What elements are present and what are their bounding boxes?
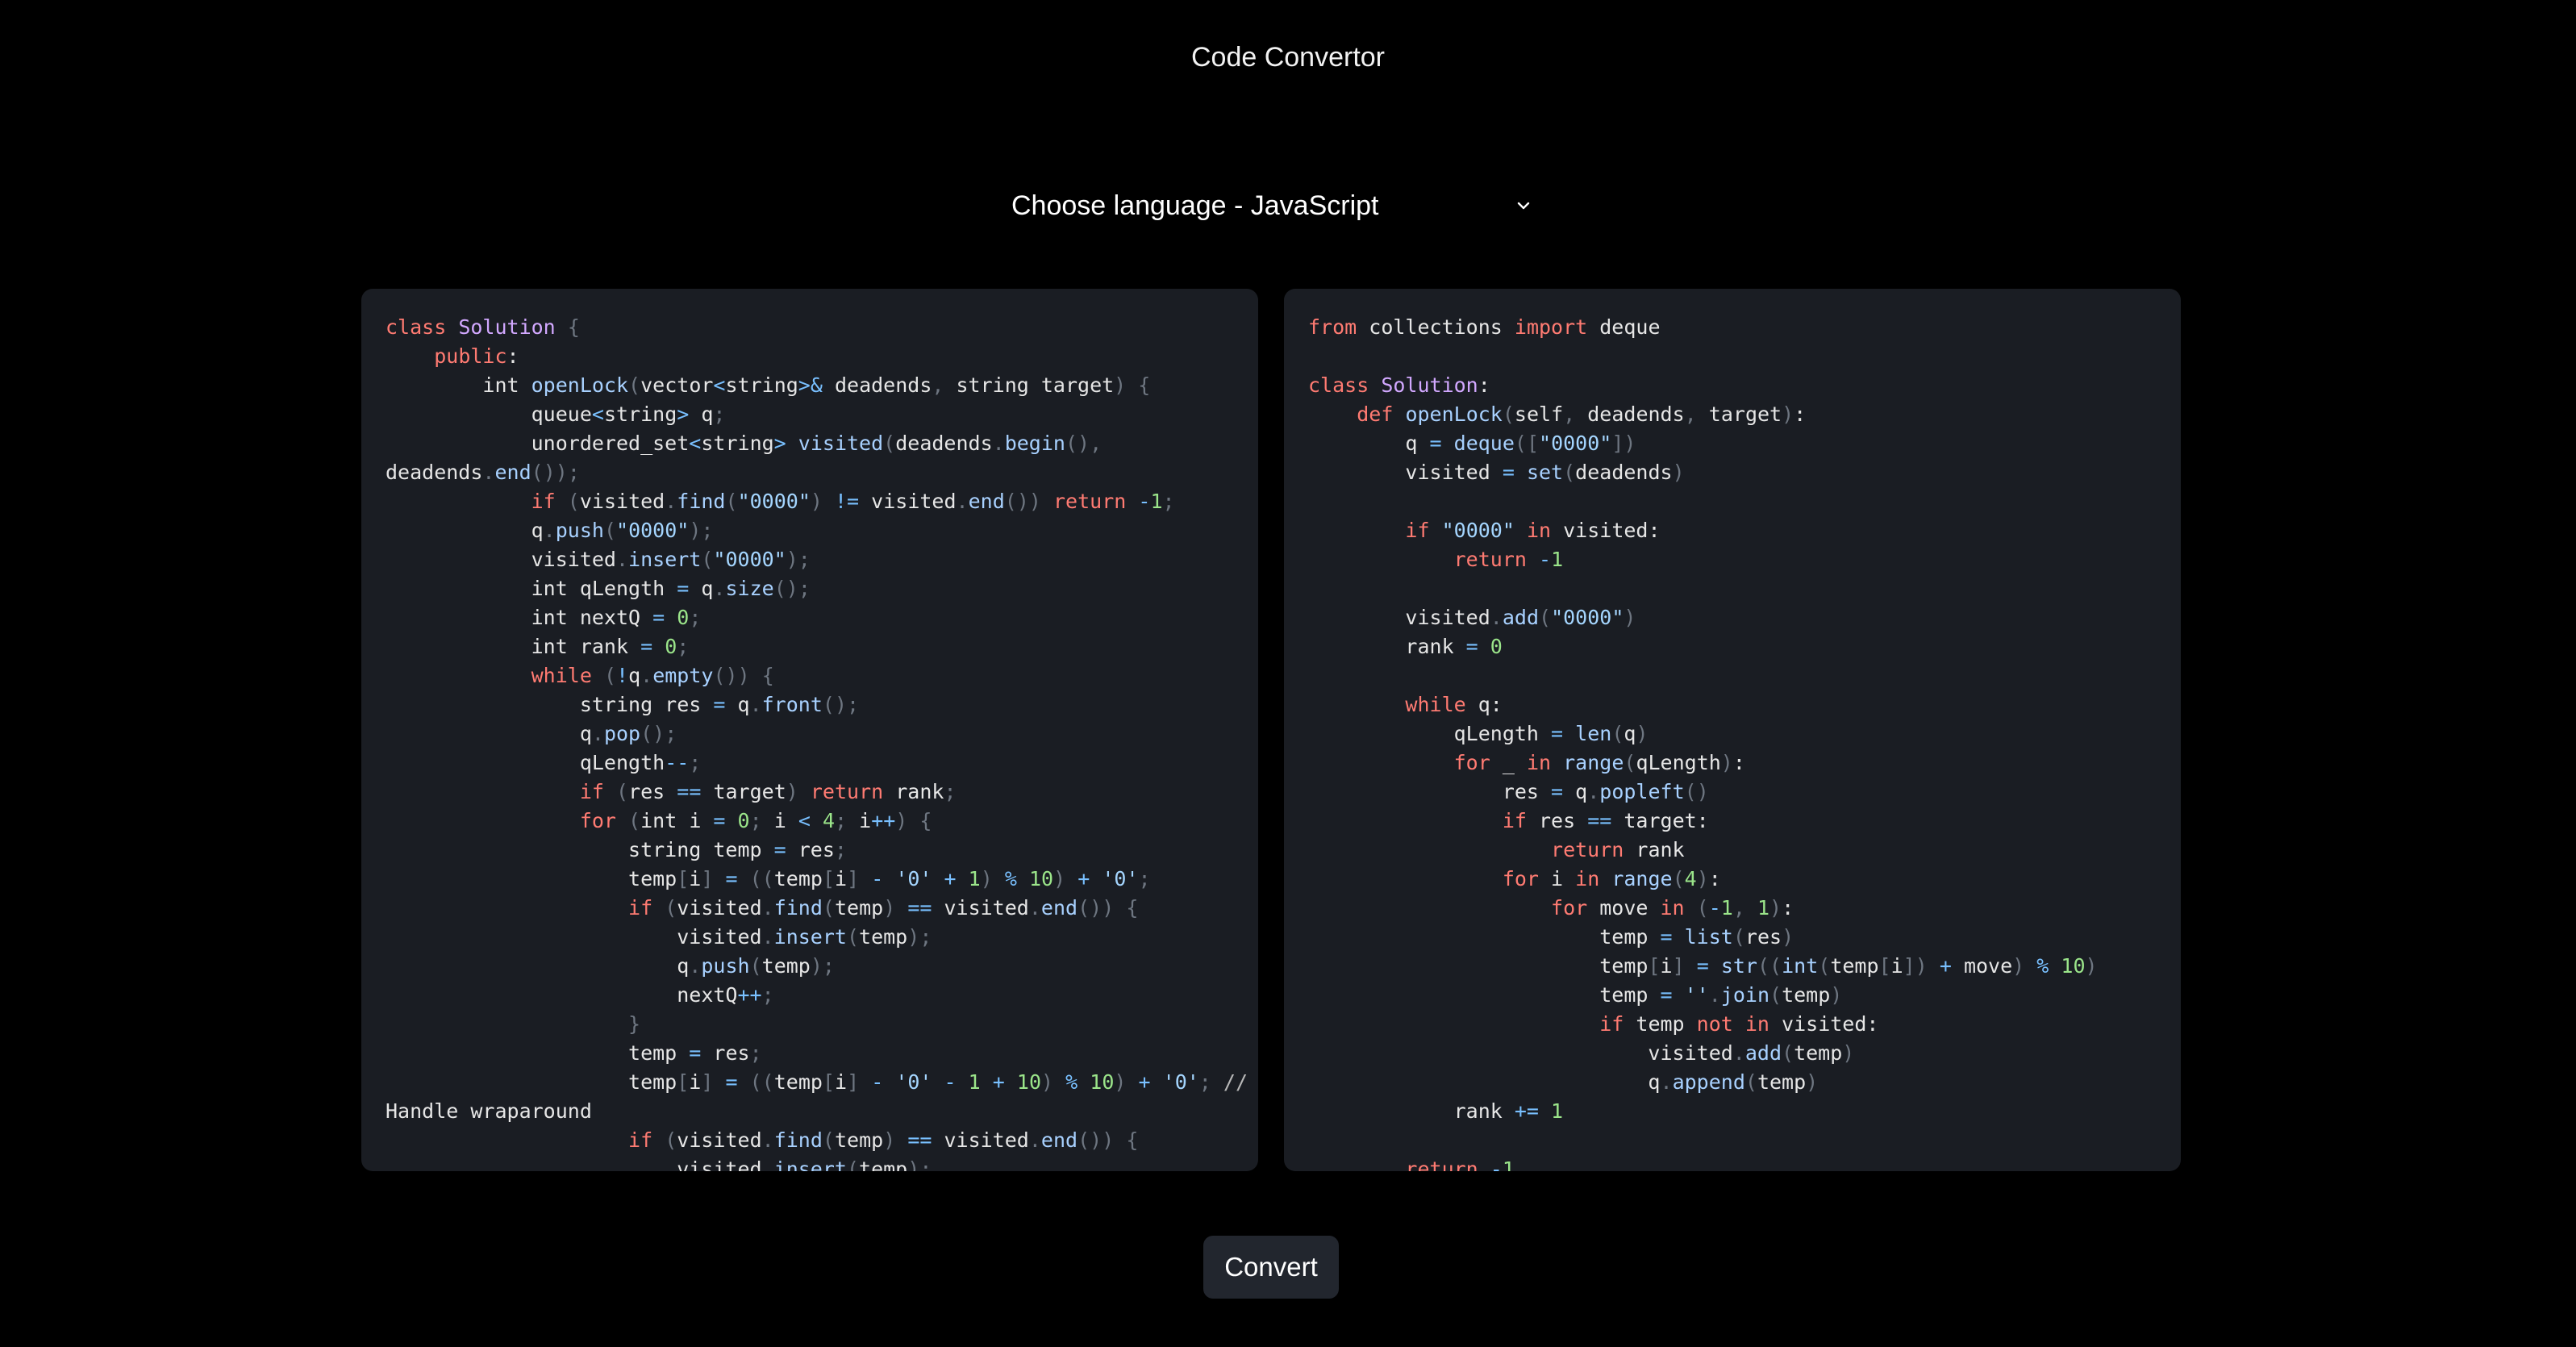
- output-code-line: q.append(temp): [1308, 1070, 1819, 1094]
- output-code-editor[interactable]: from collections import deque​class Solu…: [1284, 289, 2181, 1171]
- input-code-line: while (!q.empty()) {: [531, 664, 774, 687]
- input-code-line: for (int i = 0; i < 4; i++) {: [579, 809, 932, 832]
- output-code-line: if res == target:: [1502, 809, 1709, 832]
- output-code-line: return rank: [1551, 838, 1685, 861]
- output-code-line: from collections import deque: [1308, 315, 1661, 339]
- input-code-line: int nextQ = 0;: [386, 606, 702, 629]
- output-code-line: for i in range(4):: [1502, 867, 1721, 890]
- input-code-editor[interactable]: class Solution { public: int openLock(ve…: [361, 289, 1258, 1171]
- input-code-line: string temp = res;: [386, 838, 847, 861]
- input-code-line: }: [628, 1012, 641, 1036]
- output-code-line: res = q.popleft(): [1308, 780, 1709, 803]
- language-select[interactable]: Choose language - JavaScript: [1011, 182, 1537, 229]
- output-code-line: for move in (-1, 1):: [1551, 896, 1794, 920]
- output-code-line: if temp not in visited:: [1599, 1012, 1879, 1036]
- output-code-line: temp = ''.join(temp): [1308, 983, 1843, 1007]
- output-code-content: from collections import deque​class Solu…: [1308, 313, 2173, 1171]
- input-code-line: class Solution {: [386, 315, 580, 339]
- output-code-line: visited.add("0000"): [1308, 606, 1636, 629]
- input-code-line: nextQ++;: [386, 983, 774, 1007]
- output-code-line: q = deque(["0000"]): [1308, 432, 1636, 455]
- input-code-line: public:: [434, 344, 519, 368]
- input-code-line: string res = q.front();: [386, 693, 860, 716]
- input-code-line: q.pop();: [386, 722, 677, 745]
- output-code-line: def openLock(self, deadends, target):: [1357, 402, 1807, 426]
- output-code-line: if "0000" in visited:: [1405, 519, 1661, 542]
- input-code-line: if (res == target) return rank;: [579, 780, 957, 803]
- input-code-line: temp[i] = ((temp[i] - '0' + 1) % 10) + '…: [386, 867, 1151, 890]
- input-code-line: if (visited.find("0000") != visited.end(…: [531, 490, 1175, 513]
- input-code-line: visited.insert("0000");: [386, 548, 811, 571]
- output-code-line: temp[i] = str((int(temp[i]) + move) % 10…: [1308, 954, 2098, 978]
- output-code-line: rank = 0: [1308, 635, 1503, 658]
- input-code-line: visited.insert(temp);: [386, 925, 932, 949]
- output-code-line: ​: [1308, 574, 2173, 603]
- output-code-line: return -1: [1453, 548, 1564, 571]
- output-code-line: for _ in range(qLength):: [1453, 751, 1745, 774]
- input-code-line: if (visited.find(temp) == visited.end())…: [628, 1128, 1139, 1152]
- input-code-line: q.push(temp);: [386, 954, 835, 978]
- input-code-line: unordered_set<string> visited(deadends.b…: [386, 432, 1103, 455]
- convert-button[interactable]: Convert: [1203, 1236, 1339, 1299]
- output-code-line: class Solution:: [1308, 373, 1490, 397]
- output-code-line: temp = list(res): [1308, 925, 1794, 949]
- input-code-line: temp[i] = ((temp[i] - '0' - 1 + 10) % 10…: [386, 1070, 1248, 1094]
- language-select-label: Choose language - JavaScript: [1011, 190, 1379, 221]
- input-code-line: queue<string> q;: [386, 402, 726, 426]
- input-code-line: if (visited.find(temp) == visited.end())…: [628, 896, 1139, 920]
- input-code-content: class Solution { public: int openLock(ve…: [386, 313, 1250, 1171]
- input-code-line: int rank = 0;: [386, 635, 690, 658]
- input-code-line: int openLock(vector<string>& deadends, s…: [386, 373, 1151, 397]
- output-code-line: qLength = len(q): [1308, 722, 1649, 745]
- output-code-line: ​: [1308, 342, 2173, 371]
- input-code-line: q.push("0000");: [386, 519, 714, 542]
- input-code-line: qLength--;: [386, 751, 702, 774]
- output-code-line: return -1: [1405, 1157, 1515, 1171]
- output-code-line: rank += 1: [1308, 1099, 1564, 1123]
- page-title: Code Convertor: [1190, 42, 1385, 73]
- input-code-line: Handle wraparound: [386, 1099, 592, 1123]
- input-code-line: int qLength = q.size();: [386, 577, 811, 600]
- output-code-line: ​: [1308, 487, 2173, 516]
- input-code-line: deadends.end());: [386, 461, 580, 484]
- output-code-line: visited = set(deadends): [1308, 461, 1685, 484]
- input-code-line: visited.insert(temp);: [386, 1157, 932, 1171]
- output-code-line: visited.add(temp): [1308, 1041, 1855, 1065]
- output-code-line: while q:: [1405, 693, 1503, 716]
- input-code-line: temp = res;: [386, 1041, 762, 1065]
- output-code-line: ​: [1308, 1126, 2173, 1155]
- output-code-line: ​: [1308, 661, 2173, 690]
- chevron-down-icon: [1517, 202, 1530, 210]
